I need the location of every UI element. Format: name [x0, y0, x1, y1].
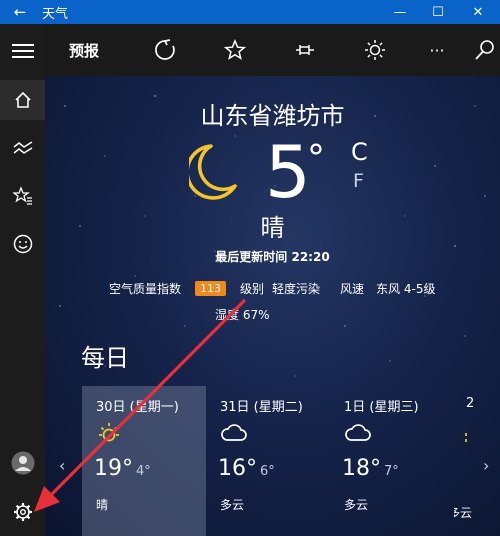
window-title: 天气	[42, 6, 69, 22]
current-condition: 晴	[260, 214, 285, 242]
home-icon	[14, 91, 31, 108]
unit-celsius-toggle[interactable]: C	[351, 138, 368, 166]
favorite-button[interactable]	[223, 24, 247, 76]
day-high: 18°	[342, 456, 381, 481]
city-name: 山东省潍坊市	[200, 102, 345, 130]
star-icon	[224, 39, 246, 60]
day-name: 2	[466, 396, 475, 411]
maximize-button[interactable]: ☐	[418, 0, 458, 24]
refresh-icon	[155, 39, 175, 60]
current-temperature: 5	[265, 130, 311, 214]
forecast-day-card[interactable]: 31日 (星期二) 16° 6° 多云	[206, 386, 330, 536]
toolbar: 预报 ···	[45, 24, 500, 76]
close-button[interactable]: ✕	[458, 0, 498, 24]
sidebar-item-forecast[interactable]	[0, 80, 45, 120]
last-updated: 最后更新时间 22:20	[215, 250, 330, 264]
hamburger-menu-button[interactable]	[0, 31, 45, 71]
star-list-icon	[12, 186, 32, 205]
day-name: 1日 (星期三)	[344, 400, 419, 415]
day-high: 19°	[94, 456, 133, 481]
day-condition: 晴	[96, 498, 109, 512]
sidebar-item-favorites[interactable]	[0, 176, 45, 216]
account-button[interactable]	[0, 443, 45, 483]
gear-icon	[13, 503, 32, 521]
pin-button[interactable]	[293, 24, 317, 76]
forecast-day-card[interactable]: 2 多云	[454, 386, 500, 536]
details-row: 空气质量指数 113 级别 轻度污染 风速 东风 4-5级	[109, 280, 435, 297]
forecast-panel: 山东省潍坊市 5 ° C F 晴 最后更新时间 22:20 空气质量指数 113…	[45, 76, 500, 536]
settings-button[interactable]	[0, 492, 45, 532]
sun-icon	[465, 433, 467, 442]
daily-heading: 每日	[81, 344, 129, 372]
cloud-icon	[221, 424, 247, 441]
cloud-icon	[345, 424, 371, 441]
pin-icon	[296, 45, 314, 55]
day-high: 16°	[218, 456, 257, 481]
smiley-icon	[13, 234, 32, 254]
forecast-day-card[interactable]: 1日 (星期三) 18° 7° 多云	[330, 386, 454, 536]
aqi-label: 空气质量指数	[109, 282, 182, 296]
title-bar: ← 天气 — ☐ ✕	[0, 0, 500, 24]
sun-outline-icon	[365, 40, 385, 60]
more-button[interactable]: ···	[425, 24, 449, 76]
wind-label: 风速	[340, 282, 365, 296]
day-low: 4°	[136, 464, 151, 479]
wind-value: 东风 4-5级	[376, 282, 436, 296]
day-condition: 多云	[454, 506, 473, 520]
sidebar-item-maps[interactable]	[0, 128, 45, 168]
sun-icon	[99, 423, 119, 442]
aqi-badge: 113	[195, 281, 227, 296]
day-condition: 多云	[344, 498, 369, 512]
humidity: 湿度 67%	[215, 308, 270, 322]
degree-symbol: °	[307, 138, 325, 179]
back-button[interactable]: ←	[0, 3, 40, 21]
level-value: 轻度污染	[272, 282, 321, 296]
avatar-icon	[11, 451, 34, 475]
trend-icon	[13, 141, 32, 154]
day-low: 7°	[384, 464, 399, 479]
forecast-day-card[interactable]: 30日 (星期一) 19° 4° 晴	[82, 386, 206, 536]
level-label: 级别	[240, 282, 265, 296]
tab-forecast[interactable]: 预报	[69, 24, 99, 76]
sidebar-item-life[interactable]	[0, 224, 45, 264]
day-name: 30日 (星期一)	[96, 400, 179, 415]
hamburger-icon	[11, 44, 34, 58]
search-icon	[475, 40, 494, 60]
scroll-left-button[interactable]: ‹	[59, 456, 65, 475]
day-name: 31日 (星期二)	[220, 400, 303, 415]
day-condition: 多云	[220, 498, 245, 512]
minimize-button[interactable]: —	[380, 0, 420, 24]
day-low: 6°	[260, 464, 275, 479]
brightness-button[interactable]	[363, 24, 387, 76]
moon-icon	[189, 144, 237, 200]
sidebar	[0, 24, 45, 536]
unit-fahrenheit-toggle[interactable]: F	[353, 170, 364, 192]
search-button[interactable]	[473, 24, 497, 76]
refresh-button[interactable]	[153, 24, 177, 76]
